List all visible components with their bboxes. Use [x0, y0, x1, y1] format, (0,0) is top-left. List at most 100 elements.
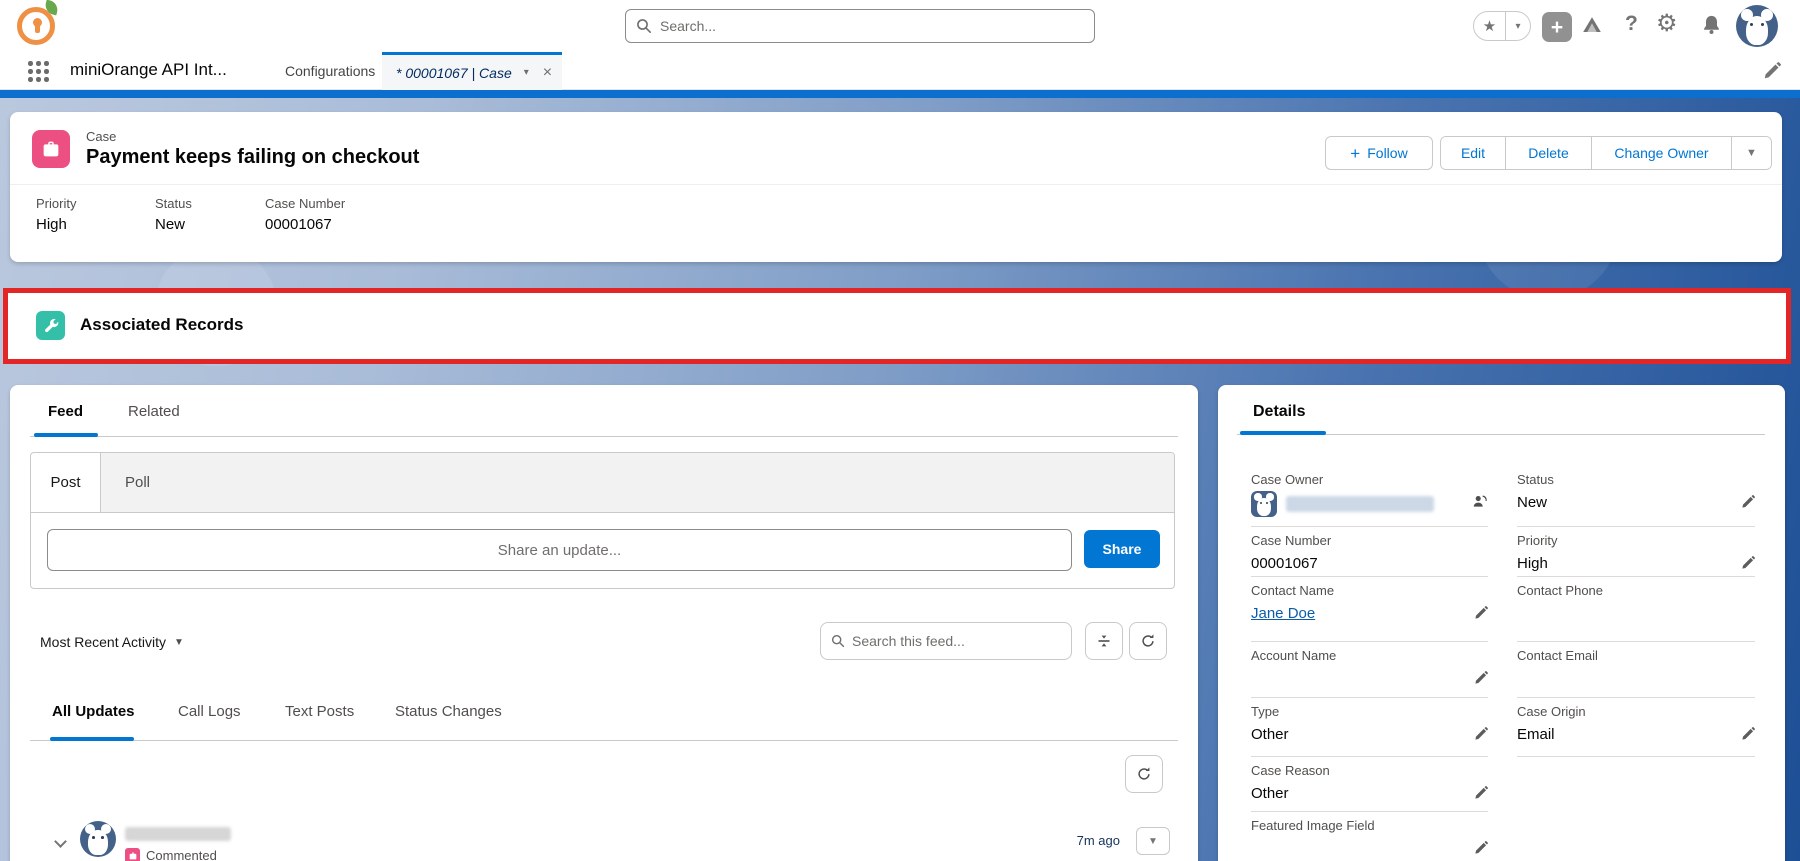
more-actions-dropdown-icon[interactable]: ▼	[1731, 137, 1771, 169]
highlight-field-case-number: Case Number 00001067	[265, 196, 345, 233]
favorites-star-icon[interactable]: ★	[1474, 12, 1506, 40]
refresh-feed-items-button[interactable]	[1125, 755, 1163, 793]
feed-item-author-redacted	[125, 827, 231, 841]
details-right-column: Status New Priority High Contact Phone C…	[1517, 466, 1755, 757]
edit-contact-name-pencil-icon[interactable]	[1474, 606, 1488, 620]
field-contact-email: Contact Email	[1517, 642, 1755, 698]
field-label: Case Origin	[1517, 704, 1586, 719]
field-label: Priority	[36, 196, 77, 211]
tab-related[interactable]: Related	[128, 403, 180, 420]
favorites-chevron-icon[interactable]: ▾	[1506, 12, 1530, 40]
field-label: Featured Image Field	[1251, 818, 1375, 833]
highlight-field-status: Status New	[155, 196, 192, 233]
guidance-center-icon[interactable]	[1581, 15, 1603, 37]
composer-tabs: Post Poll	[31, 453, 1174, 513]
feed-item-collapse-chevron-icon[interactable]	[54, 835, 67, 848]
change-owner-button[interactable]: Change Owner	[1591, 137, 1731, 169]
tab-case-00001067[interactable]: * 00001067 | Case ▾ ×	[382, 52, 562, 90]
edit-navigation-pencil-icon[interactable]	[1763, 62, 1781, 80]
entity-label: Case	[86, 129, 117, 144]
global-search[interactable]	[625, 9, 1095, 43]
field-label: Case Reason	[1251, 763, 1330, 778]
field-label: Case Owner	[1251, 472, 1324, 487]
tab-details[interactable]: Details	[1253, 403, 1305, 421]
edit-priority-pencil-icon[interactable]	[1741, 556, 1755, 570]
global-search-input[interactable]	[660, 18, 1084, 34]
field-label: Contact Phone	[1517, 583, 1604, 598]
owner-name-redacted	[1286, 496, 1434, 512]
field-label: Case Number	[265, 196, 346, 211]
feed-search-input[interactable]	[852, 633, 1061, 649]
details-panel: Details Case Owner Case Number 00001067 …	[1218, 385, 1785, 861]
field-label: Case Number	[1251, 533, 1332, 548]
chatter-composer: Post Poll Share	[30, 452, 1175, 589]
field-featured-image: Featured Image Field	[1251, 812, 1488, 861]
notifications-bell-icon[interactable]	[1701, 14, 1722, 35]
app-name[interactable]: miniOrange API Int...	[70, 60, 227, 80]
header-divider	[10, 184, 1782, 185]
field-label: Account Name	[1251, 648, 1337, 663]
share-update-input[interactable]	[47, 529, 1072, 571]
composer-tab-post[interactable]: Post	[31, 453, 101, 512]
share-button[interactable]: Share	[1084, 530, 1160, 568]
feed-filter-all-updates[interactable]: All Updates	[52, 703, 135, 720]
case-highlights-panel: Case Payment keeps failing on checkout +…	[10, 112, 1782, 262]
field-label: Contact Name	[1251, 583, 1335, 598]
delete-button[interactable]: Delete	[1505, 137, 1591, 169]
tab-configurations[interactable]: Configurations	[285, 52, 375, 90]
field-case-reason: Case Reason Other	[1251, 757, 1488, 812]
refresh-feed-button[interactable]	[1129, 622, 1167, 660]
field-contact-phone: Contact Phone	[1517, 577, 1755, 642]
favorites-control[interactable]: ★ ▾	[1473, 11, 1531, 41]
quick-create-icon[interactable]: +	[1542, 12, 1572, 42]
edit-case-origin-pencil-icon[interactable]	[1741, 727, 1755, 741]
tab-feed[interactable]: Feed	[48, 403, 83, 420]
follow-button[interactable]: + Follow	[1325, 136, 1433, 170]
edit-status-pencil-icon[interactable]	[1741, 495, 1755, 509]
header-accent-line	[0, 90, 1800, 98]
field-value: High	[1517, 554, 1548, 572]
edit-case-reason-pencil-icon[interactable]	[1474, 786, 1488, 800]
feed-panel: Feed Related Post Poll Share Most Recent…	[10, 385, 1198, 861]
wrench-icon	[36, 311, 65, 340]
page-title: Payment keeps failing on checkout	[86, 146, 420, 168]
feed-search[interactable]	[820, 622, 1072, 660]
edit-button[interactable]: Edit	[1441, 137, 1505, 169]
owner-avatar	[1251, 491, 1277, 517]
feed-filter-call-logs[interactable]: Call Logs	[178, 703, 241, 720]
miniorange-logo	[14, 0, 60, 48]
field-value: Email	[1517, 725, 1555, 743]
composer-tab-poll[interactable]: Poll	[101, 453, 150, 512]
setup-gear-icon[interactable]: ⚙	[1656, 9, 1678, 38]
field-label: Status	[1517, 472, 1554, 487]
field-label: Type	[1251, 704, 1280, 719]
field-label: Contact Email	[1517, 648, 1598, 663]
edit-type-pencil-icon[interactable]	[1474, 727, 1488, 741]
feed-item-timestamp[interactable]: 7m ago	[1040, 833, 1120, 848]
change-owner-icon[interactable]	[1471, 493, 1488, 515]
highlight-field-priority: Priority High	[36, 196, 76, 233]
edit-account-name-pencil-icon[interactable]	[1474, 671, 1488, 685]
tab-chevron-down-icon[interactable]: ▾	[524, 67, 529, 78]
collapse-posts-button[interactable]	[1085, 622, 1123, 660]
search-icon	[637, 19, 651, 33]
feed-filter-text-posts[interactable]: Text Posts	[285, 703, 354, 720]
feed-item-action: Commented	[125, 848, 217, 861]
feed-filter-status-changes[interactable]: Status Changes	[395, 703, 502, 720]
help-icon[interactable]: ?	[1625, 12, 1638, 36]
case-mini-icon	[125, 848, 140, 861]
edit-featured-image-pencil-icon[interactable]	[1474, 841, 1488, 855]
field-value: New	[1517, 493, 1548, 511]
feed-sort-dropdown[interactable]: Most Recent Activity ▼	[40, 634, 184, 650]
composer-body: Share	[31, 513, 1174, 589]
contact-name-link[interactable]: Jane Doe	[1251, 605, 1315, 622]
associated-records-section-highlighted: Associated Records	[3, 288, 1791, 364]
user-avatar[interactable]	[1736, 5, 1778, 47]
tab-close-icon[interactable]: ×	[543, 64, 552, 82]
app-launcher-icon[interactable]	[28, 61, 49, 82]
record-actions-group: Edit Delete Change Owner ▼	[1440, 136, 1772, 170]
feed-item-menu-button[interactable]: ▼	[1136, 827, 1170, 855]
follow-plus-icon: +	[1350, 143, 1361, 163]
feed-item-avatar[interactable]	[80, 821, 116, 857]
salesforce-case-page: ★ ▾ + ? ⚙ miniOrange API Int... Configur…	[0, 0, 1800, 861]
